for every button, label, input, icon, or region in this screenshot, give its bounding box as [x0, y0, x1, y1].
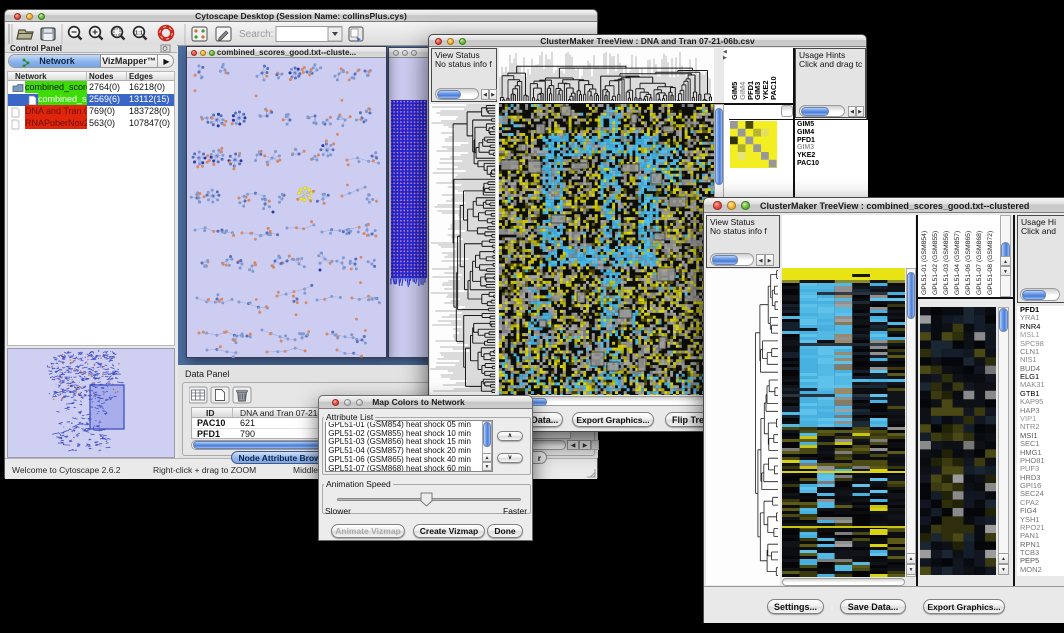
svg-text:Search:: Search:	[239, 29, 273, 40]
svg-text:1:1: 1:1	[135, 31, 143, 37]
